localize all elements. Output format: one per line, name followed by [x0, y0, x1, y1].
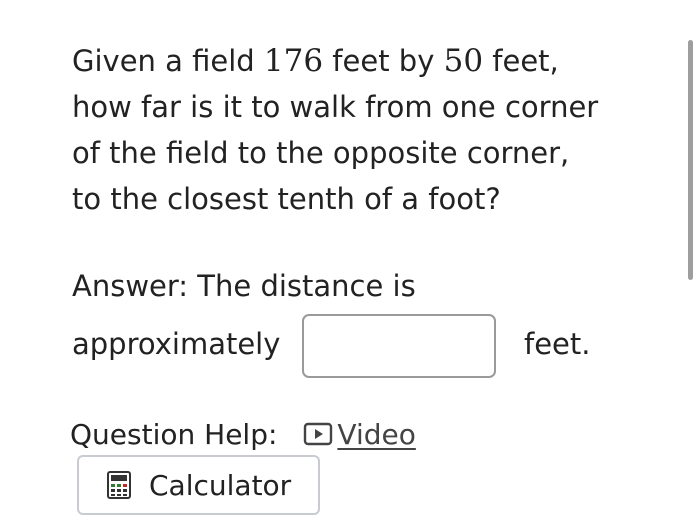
answer-input[interactable]: [302, 314, 496, 378]
question-line-1-mid: feet by: [323, 44, 444, 78]
question-help: Question Help: Video: [70, 414, 416, 454]
video-link-label: Video: [337, 417, 416, 451]
calculator-icon: [107, 471, 131, 499]
video-link[interactable]: Video: [303, 417, 416, 451]
vertical-scrollbar[interactable]: [688, 40, 693, 280]
question-line-1-pre: Given a field: [72, 44, 264, 78]
field-width-value: 50: [443, 43, 484, 79]
answer-unit: feet.: [524, 327, 591, 361]
answer-prompt: Answer: The distance is: [72, 269, 416, 303]
play-icon: [304, 422, 333, 446]
question-line-1-post: feet,: [483, 44, 559, 78]
question-text: Given a field 176 feet by 50 feet, how f…: [72, 38, 672, 222]
question-line-3: of the field to the opposite corner,: [72, 136, 570, 170]
answer-prompt-continued: approximately: [72, 327, 281, 361]
field-length-value: 176: [263, 43, 324, 79]
calculator-button[interactable]: Calculator: [77, 455, 320, 515]
question-line-2: how far is it to walk from one corner: [72, 90, 599, 124]
question-line-1: Given a field 176 feet by 50 feet,: [72, 38, 672, 84]
calculator-button-label: Calculator: [149, 468, 292, 502]
question-help-label: Question Help:: [70, 417, 278, 451]
question-line-4: to the closest tenth of a foot?: [72, 182, 501, 216]
